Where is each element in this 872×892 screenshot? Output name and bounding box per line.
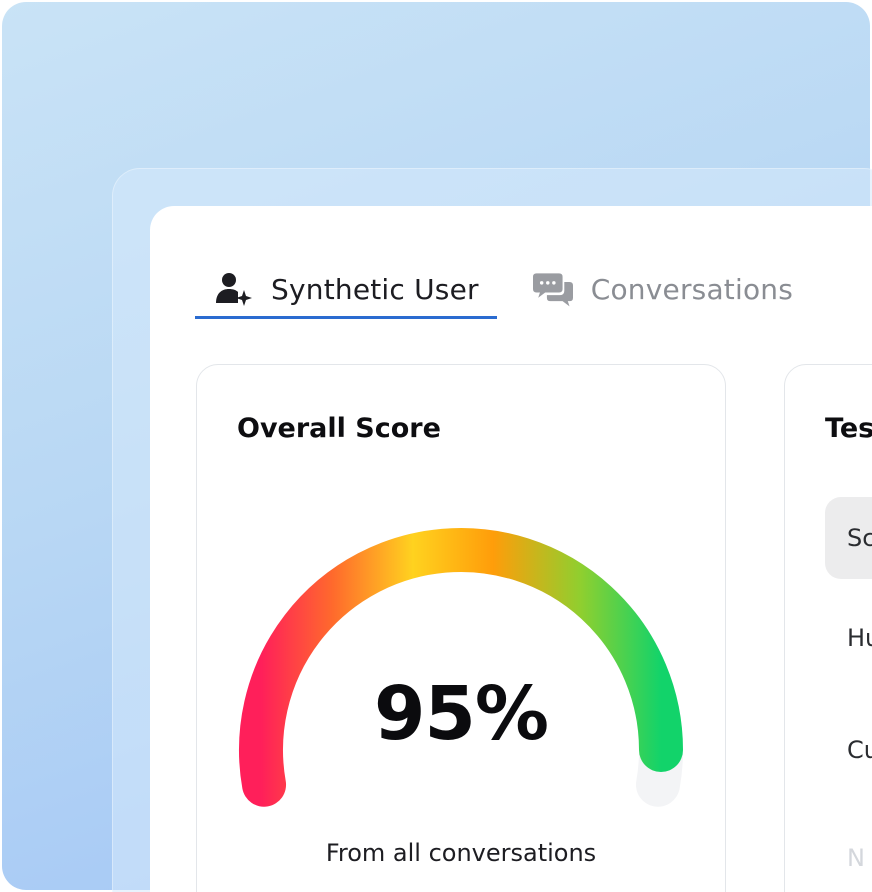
tests-card: Tes Sc Hu Cu N [784,364,872,892]
tab-bar: Synthetic User Conversations [195,262,811,322]
overall-score-card: Overall Score 95% From all conversations [196,364,726,892]
score-gauge [239,528,683,807]
tab-label: Conversations [590,272,794,306]
score-caption: From all conversations [325,839,597,867]
tab-label: Synthetic User [271,272,479,306]
viewport: Synthetic User Conversations Overall Sco… [0,0,872,892]
chat-bubbles-icon [532,269,573,309]
list-item[interactable]: Sc [825,497,872,579]
list-item-label: Sc [847,524,872,552]
list-item-label: Cu [847,736,872,764]
list-item-label: Hu [847,624,872,652]
score-value: 95% [373,671,549,757]
user-sparkle-icon [213,269,253,309]
tab-conversations[interactable]: Conversations [497,262,811,316]
list-item[interactable]: Hu [825,597,872,679]
tab-synthetic-user[interactable]: Synthetic User [195,262,497,319]
list-item[interactable]: N [825,817,872,892]
card-title: Tes [825,413,872,444]
list-item-label: N [847,844,865,872]
list-item[interactable]: Cu [825,709,872,791]
